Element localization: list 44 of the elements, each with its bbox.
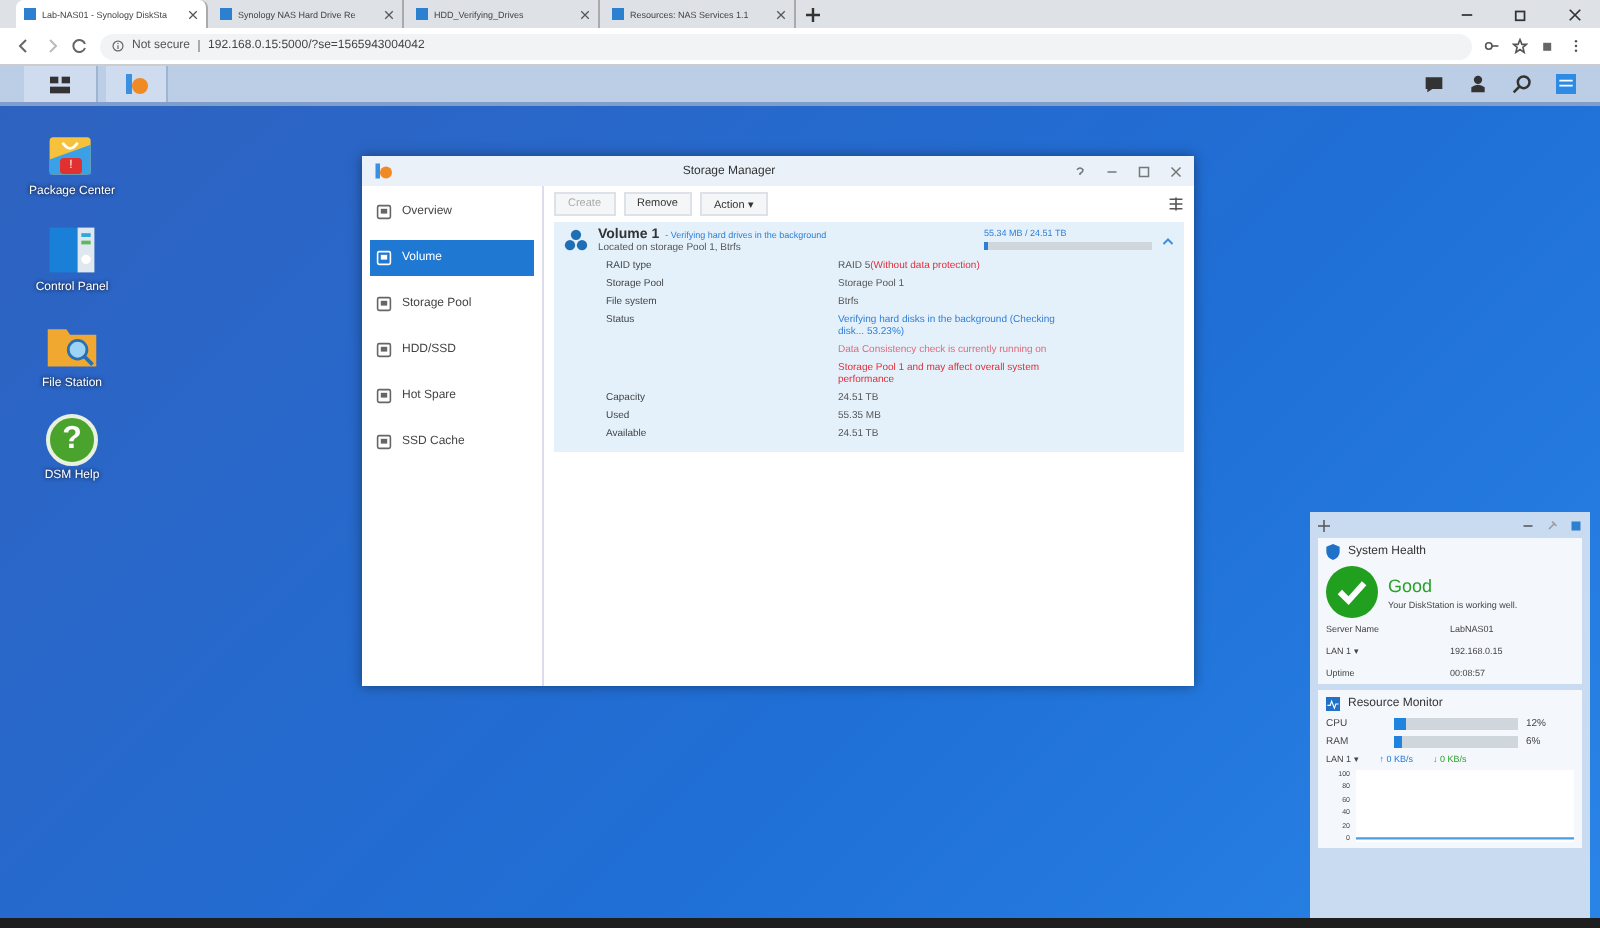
favicon-icon: [416, 8, 428, 20]
close-icon[interactable]: [1568, 7, 1582, 21]
check-icon: [1326, 566, 1378, 618]
favicon-icon: [612, 8, 624, 20]
key-icon[interactable]: [1484, 38, 1500, 54]
layout-icon[interactable]: [1168, 196, 1184, 212]
close-icon[interactable]: [580, 9, 590, 19]
storage-app-icon: [124, 72, 148, 96]
add-icon[interactable]: [1318, 519, 1330, 531]
search-icon[interactable]: [1512, 74, 1532, 94]
restore-icon[interactable]: [1514, 7, 1528, 21]
close-icon[interactable]: [776, 9, 786, 19]
drive-icon: [376, 296, 392, 312]
grid-icon: [50, 75, 70, 93]
minimize-icon[interactable]: [1522, 519, 1534, 531]
widgets-icon[interactable]: [1556, 74, 1576, 94]
drive-icon: [376, 342, 392, 358]
drive-icon: [376, 388, 392, 404]
meter-bar: [1394, 736, 1518, 748]
back-icon[interactable]: [16, 38, 32, 54]
chat-icon[interactable]: [1424, 74, 1444, 94]
drive-icon: [376, 250, 392, 266]
maximize-icon[interactable]: [1138, 165, 1150, 177]
drive-icon: [376, 204, 392, 220]
user-icon[interactable]: [1468, 74, 1488, 94]
help-icon[interactable]: [1074, 165, 1086, 177]
health-status: Good: [1388, 575, 1435, 595]
reload-icon[interactable]: [72, 38, 88, 54]
favicon-icon: [24, 8, 36, 20]
shield-icon: [1326, 544, 1340, 560]
favicon-icon: [220, 8, 232, 20]
star-icon[interactable]: [1512, 38, 1528, 54]
drive-icon: [376, 434, 392, 450]
close-icon[interactable]: [384, 9, 394, 19]
main-menu-button[interactable]: [24, 66, 98, 102]
collapse-icon[interactable]: [1162, 236, 1174, 246]
storage-app-icon: [374, 162, 392, 180]
info-icon[interactable]: [112, 40, 124, 52]
close-icon[interactable]: [188, 9, 198, 19]
new-tab-icon[interactable]: [806, 7, 820, 21]
control-panel-icon[interactable]: [44, 222, 100, 278]
volume-icon: [564, 228, 588, 252]
pulse-icon: [1326, 696, 1340, 712]
meter-bar: [1394, 718, 1518, 730]
